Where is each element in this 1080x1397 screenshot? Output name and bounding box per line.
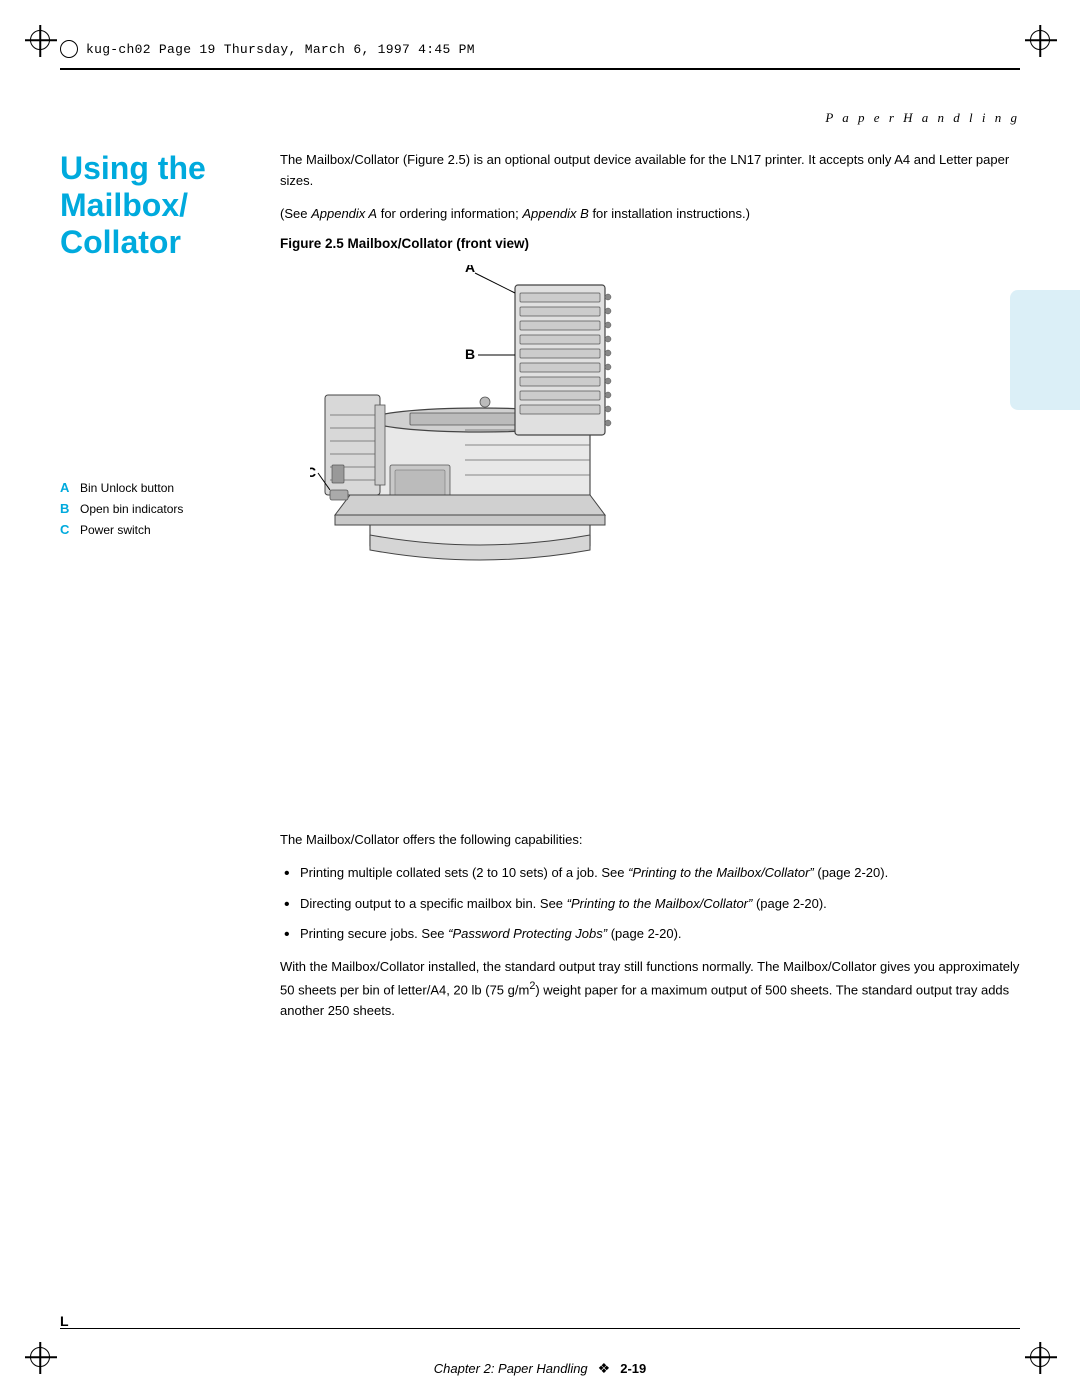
bottom-text-area: The Mailbox/Collator offers the followin…	[280, 830, 1020, 1034]
footer: Chapter 2: Paper Handling ❖ 2-19	[60, 1360, 1020, 1377]
page: kug-ch02 Page 19 Thursday, March 6, 1997…	[0, 0, 1080, 1397]
svg-text:C: C	[310, 464, 316, 480]
bullet-item-2: Directing output to a specific mailbox b…	[280, 894, 1020, 915]
closing-paragraph: With the Mailbox/Collator installed, the…	[280, 957, 1020, 1022]
svg-text:A: A	[465, 265, 475, 275]
bullet-item-3: Printing secure jobs. See “Password Prot…	[280, 924, 1020, 945]
printer-illustration: A B C	[310, 265, 660, 595]
title-line2: Mailbox/	[60, 187, 260, 224]
header-bar: kug-ch02 Page 19 Thursday, March 6, 1997…	[60, 40, 1020, 58]
legend-area: A Bin Unlock button B Open bin indicator…	[60, 480, 280, 543]
legend-item-b: B Open bin indicators	[60, 501, 280, 516]
bullet-item-1: Printing multiple collated sets (2 to 10…	[280, 863, 1020, 884]
bottom-rule	[60, 1328, 1020, 1330]
appendix-note: (See Appendix A for ordering information…	[280, 204, 1020, 225]
content-area: P a p e r H a n d l i n g Using the Mail…	[60, 90, 1020, 1307]
title-line1: Using the	[60, 150, 260, 187]
footer-diamond: ❖	[598, 1360, 611, 1377]
title-line3: Collator	[60, 224, 260, 261]
legend-label-c: Power switch	[80, 523, 151, 537]
footer-chapter: Chapter 2: Paper Handling	[434, 1361, 588, 1376]
legend-letter-b: B	[60, 501, 76, 516]
top-rule	[60, 68, 1020, 70]
legend-label-b: Open bin indicators	[80, 502, 183, 516]
corner-l-mark: L	[60, 1313, 69, 1329]
reg-mark-tl	[30, 30, 50, 50]
reg-mark-tr	[1030, 30, 1050, 50]
svg-text:B: B	[465, 346, 475, 362]
right-blob-decoration	[1010, 290, 1080, 410]
figure-area: A B C	[280, 265, 1020, 605]
ref-collator-2: “Printing to the Mailbox/Collator”	[567, 896, 753, 911]
section-title: Using the Mailbox/ Collator	[60, 150, 260, 260]
capabilities-list: Printing multiple collated sets (2 to 10…	[280, 863, 1020, 945]
ref-password: “Password Protecting Jobs”	[448, 926, 607, 941]
legend-item-a: A Bin Unlock button	[60, 480, 280, 495]
legend-label-a: Bin Unlock button	[80, 481, 174, 495]
right-column: The Mailbox/Collator (Figure 2.5) is an …	[280, 150, 1020, 625]
reg-mark-br	[1030, 1347, 1050, 1367]
legend-item-c: C Power switch	[60, 522, 280, 537]
intro-paragraph: The Mailbox/Collator (Figure 2.5) is an …	[280, 150, 1020, 192]
header-circle-icon	[60, 40, 78, 58]
header-file-info: kug-ch02 Page 19 Thursday, March 6, 1997…	[86, 42, 475, 57]
section-header: P a p e r H a n d l i n g	[825, 110, 1020, 126]
ref-collator-1: “Printing to the Mailbox/Collator”	[628, 865, 814, 880]
left-column: Using the Mailbox/ Collator	[60, 150, 260, 260]
capabilities-intro: The Mailbox/Collator offers the followin…	[280, 830, 1020, 851]
legend-letter-a: A	[60, 480, 76, 495]
appendix-a-ref: Appendix A	[311, 206, 377, 221]
reg-mark-bl	[30, 1347, 50, 1367]
footer-page: 2-19	[620, 1361, 646, 1376]
legend-letter-c: C	[60, 522, 76, 537]
appendix-b-ref: Appendix B	[522, 206, 589, 221]
figure-caption: Figure 2.5 Mailbox/Collator (front view)	[280, 236, 1020, 251]
